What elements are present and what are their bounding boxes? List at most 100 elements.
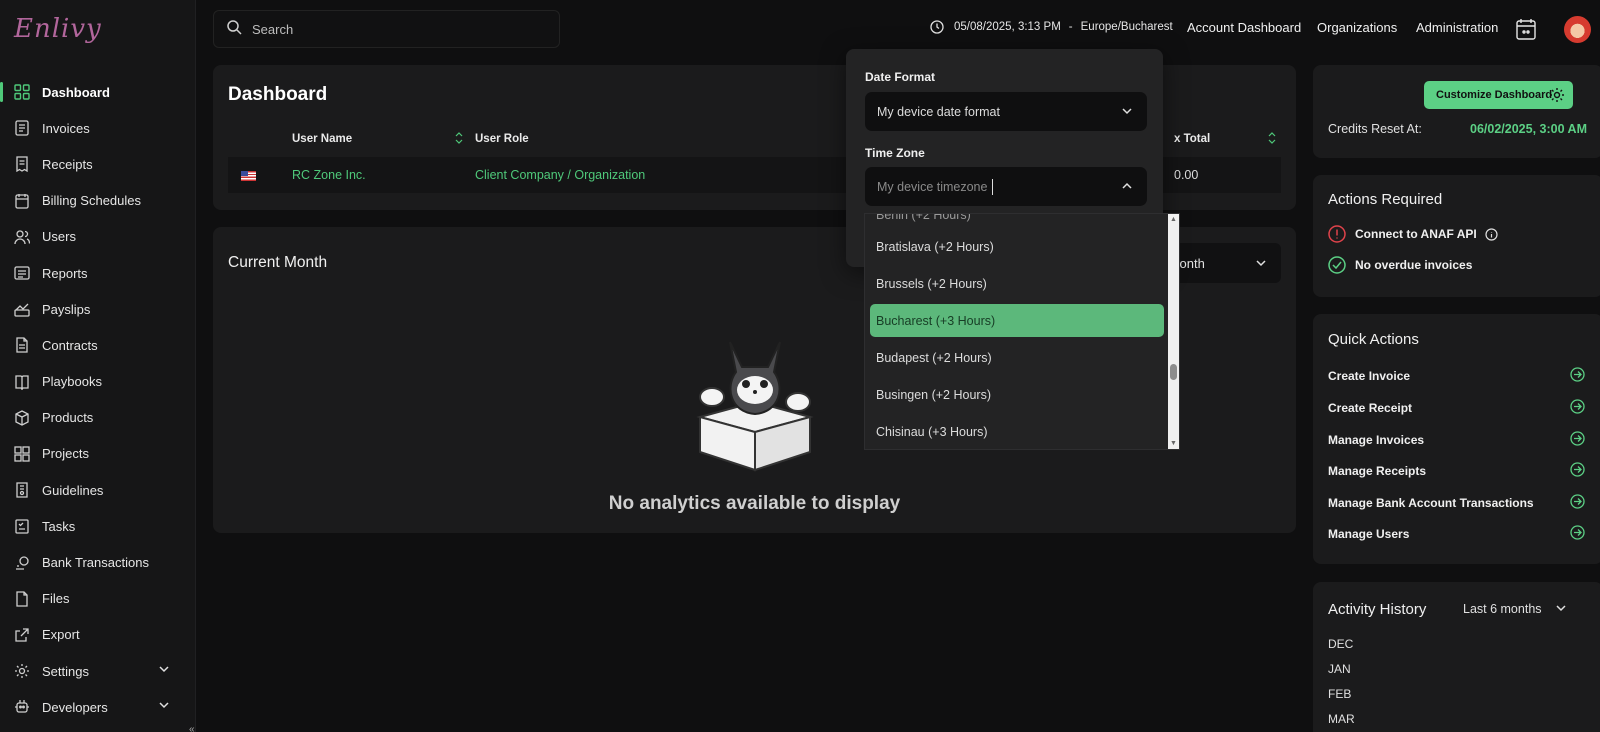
sidebar-item-label: Tasks bbox=[42, 518, 76, 534]
gear-icon bbox=[1549, 87, 1565, 106]
tz-option[interactable]: Chisinau (+3 Hours) bbox=[870, 415, 1164, 448]
quick-action-label: Manage Receipts bbox=[1328, 464, 1427, 478]
month-label: JAN bbox=[1328, 662, 1351, 676]
us-flag-icon bbox=[241, 171, 256, 181]
quick-action-manage-users[interactable]: Manage Users bbox=[1328, 525, 1585, 541]
developers-icon bbox=[14, 699, 30, 715]
tz-option-selected[interactable]: Bucharest (+3 Hours) bbox=[870, 304, 1164, 337]
arrow-right-circle-icon bbox=[1570, 462, 1585, 480]
scroll-down-icon[interactable]: ▼ bbox=[1170, 440, 1177, 447]
scrollbar-thumb[interactable] bbox=[1170, 364, 1177, 380]
quick-action-label: Create Invoice bbox=[1328, 369, 1411, 383]
billing-schedule-icon bbox=[14, 193, 30, 209]
tz-option[interactable]: Bratislava (+2 Hours) bbox=[870, 230, 1164, 263]
guidelines-icon bbox=[14, 482, 30, 498]
chevron-down-icon[interactable] bbox=[158, 699, 170, 714]
tz-scrollbar[interactable]: ▲ ▼ bbox=[1168, 214, 1179, 449]
month-label: MAR bbox=[1328, 712, 1355, 726]
sidebar-item-invoices[interactable]: Invoices bbox=[0, 110, 196, 146]
datetime-separator: - bbox=[1068, 21, 1073, 33]
user-role-cell: Client Company / Organization bbox=[475, 168, 646, 182]
quick-action-manage-invoices[interactable]: Manage Invoices bbox=[1328, 431, 1585, 447]
chevron-up-icon bbox=[1121, 180, 1133, 195]
scroll-up-icon[interactable]: ▲ bbox=[1170, 216, 1177, 223]
sidebar-item-tasks[interactable]: Tasks bbox=[0, 508, 196, 544]
time-zone-select[interactable]: My device timezone bbox=[865, 167, 1147, 206]
reports-icon bbox=[14, 265, 30, 281]
quick-action-create-receipt[interactable]: Create Receipt bbox=[1328, 399, 1585, 417]
user-name-cell[interactable]: RC Zone Inc. bbox=[292, 168, 366, 182]
sidebar-item-guidelines[interactable]: Guidelines bbox=[0, 472, 196, 508]
action-item[interactable]: Connect to ANAF API bbox=[1328, 225, 1498, 243]
sort-icon[interactable] bbox=[455, 131, 463, 148]
datetime-display: 05/08/2025, 3:13 PM - Europe/Bucharest bbox=[930, 20, 1173, 34]
clock-icon bbox=[930, 20, 944, 34]
sidebar-item-payslips[interactable]: Payslips bbox=[0, 291, 196, 327]
sidebar-item-reports[interactable]: Reports bbox=[0, 255, 196, 291]
page-title: Dashboard bbox=[228, 84, 328, 105]
time-zone-input[interactable]: My device timezone bbox=[877, 180, 987, 194]
tz-option[interactable]: Berlin (+2 Hours) bbox=[870, 214, 1164, 231]
playbooks-icon bbox=[14, 374, 30, 390]
sort-icon[interactable] bbox=[1268, 131, 1276, 148]
invoice-icon bbox=[14, 120, 30, 136]
quick-action-manage-receipts[interactable]: Manage Receipts bbox=[1328, 462, 1585, 480]
quick-action-create-invoice[interactable]: Create Invoice bbox=[1328, 367, 1585, 385]
payslips-icon bbox=[14, 301, 30, 317]
users-icon bbox=[14, 229, 30, 245]
section-title: Activity History bbox=[1328, 601, 1427, 618]
quick-action-label: Manage Users bbox=[1328, 527, 1410, 541]
quick-action-manage-bank-transactions[interactable]: Manage Bank Account Transactions bbox=[1328, 494, 1585, 510]
quick-action-label: Create Receipt bbox=[1328, 401, 1413, 415]
sidebar: Enlivy Dashboard Invoices Receipts Billi… bbox=[0, 0, 196, 732]
sidebar-item-label: Invoices bbox=[42, 120, 90, 136]
history-range-select[interactable]: Last 6 months bbox=[1463, 602, 1567, 617]
search-bar[interactable] bbox=[213, 10, 560, 48]
sidebar-item-files[interactable]: Files bbox=[0, 581, 196, 617]
time-zone-options-list[interactable]: Berlin (+2 Hours) Bratislava (+2 Hours) … bbox=[864, 213, 1180, 450]
tz-option[interactable]: Brussels (+2 Hours) bbox=[870, 267, 1164, 300]
sidebar-item-bank-transactions[interactable]: Bank Transactions bbox=[0, 544, 196, 580]
date-format-select[interactable]: My device date format bbox=[865, 92, 1147, 131]
arrow-right-circle-icon bbox=[1570, 367, 1585, 385]
sidebar-item-receipts[interactable]: Receipts bbox=[0, 146, 196, 182]
sidebar-item-playbooks[interactable]: Playbooks bbox=[0, 364, 196, 400]
search-icon bbox=[226, 19, 242, 40]
app-logo[interactable]: Enlivy bbox=[14, 14, 102, 44]
tz-option[interactable]: Budapest (+2 Hours) bbox=[870, 341, 1164, 374]
info-icon[interactable] bbox=[1485, 227, 1498, 241]
sidebar-item-contracts[interactable]: Contracts bbox=[0, 327, 196, 363]
sidebar-item-label: Bank Transactions bbox=[42, 555, 149, 571]
sidebar-item-dashboard[interactable]: Dashboard bbox=[0, 74, 196, 110]
projects-icon bbox=[14, 446, 30, 462]
column-header-user-name[interactable]: User Name bbox=[292, 133, 352, 145]
sidebar-item-products[interactable]: Products bbox=[0, 400, 196, 436]
account-dashboard-link[interactable]: Account Dashboard bbox=[1187, 20, 1301, 35]
sidebar-item-label: Projects bbox=[42, 446, 89, 462]
chevron-down-icon[interactable] bbox=[158, 663, 170, 678]
sidebar-item-users[interactable]: Users bbox=[0, 219, 196, 255]
organizations-link[interactable]: Organizations bbox=[1317, 20, 1397, 35]
current-timezone: Europe/Bucharest bbox=[1080, 21, 1173, 33]
tz-option[interactable]: Busingen (+2 Hours) bbox=[870, 378, 1164, 411]
administration-link[interactable]: Administration bbox=[1416, 20, 1498, 35]
sidebar-item-label: Billing Schedules bbox=[42, 193, 142, 209]
column-header-user-role[interactable]: User Role bbox=[475, 133, 529, 145]
sidebar-item-developers[interactable]: Developers bbox=[0, 689, 196, 725]
sidebar-item-label: Developers bbox=[42, 699, 108, 715]
column-header-total[interactable]: x Total bbox=[1174, 133, 1210, 145]
sidebar-item-projects[interactable]: Projects bbox=[0, 436, 196, 472]
tasks-icon bbox=[14, 518, 30, 534]
sidebar-item-export[interactable]: Export bbox=[0, 617, 196, 653]
sidebar-item-settings[interactable]: Settings bbox=[0, 653, 196, 689]
sidebar-item-billing-schedules[interactable]: Billing Schedules bbox=[0, 183, 196, 219]
customize-dashboard-button[interactable]: Customize Dashboard bbox=[1424, 81, 1573, 109]
quick-action-label: Manage Invoices bbox=[1328, 433, 1425, 447]
customize-dashboard-label: Customize Dashboard bbox=[1436, 89, 1553, 101]
calendar-icon[interactable] bbox=[1516, 18, 1536, 45]
collapse-sidebar-icon[interactable]: « bbox=[189, 724, 195, 732]
search-input[interactable] bbox=[252, 21, 532, 37]
user-avatar[interactable] bbox=[1564, 16, 1591, 43]
arrow-right-circle-icon bbox=[1570, 399, 1585, 417]
text-cursor bbox=[992, 178, 994, 195]
